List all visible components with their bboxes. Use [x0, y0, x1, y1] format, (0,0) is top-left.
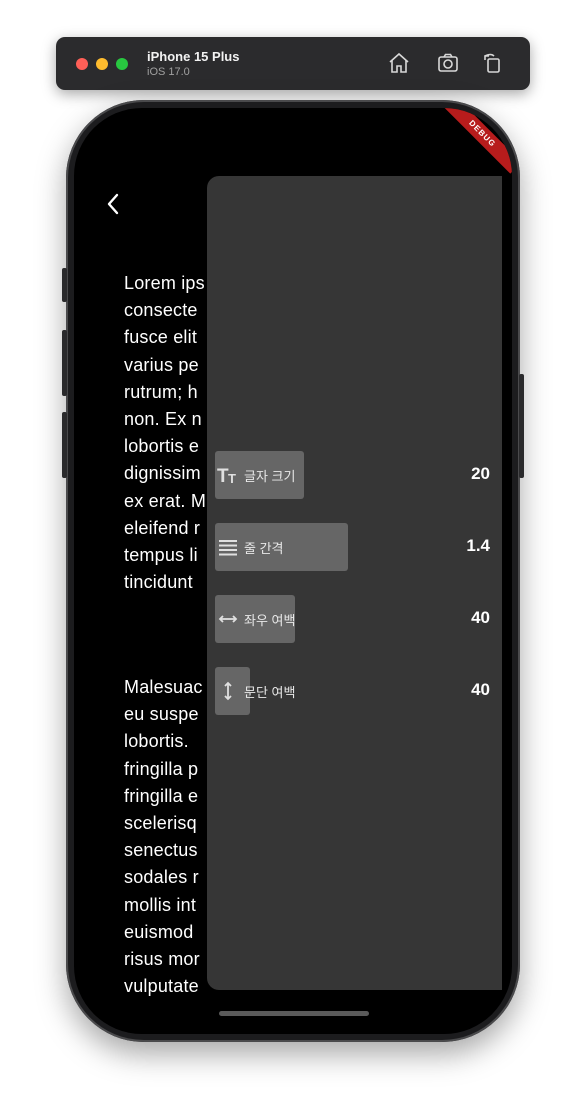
reader-settings-panel: TT 글자 크기 20 줄 간격 1.4 좌우 여백 40 문단 여백 40: [207, 176, 502, 990]
setting-row-horizontal-margin[interactable]: 좌우 여백 40: [207, 595, 502, 643]
device-name: iPhone 15 Plus: [147, 49, 240, 64]
line-spacing-icon: [217, 535, 239, 559]
setting-label: 줄 간격: [244, 541, 284, 556]
close-window-button[interactable]: [76, 58, 88, 70]
setting-row-paragraph-spacing[interactable]: 문단 여백 40: [207, 667, 502, 715]
debug-banner: DEBUG: [442, 108, 512, 174]
setting-value: 1.4: [466, 536, 490, 555]
horizontal-margin-icon: [217, 607, 239, 631]
setting-value: 40: [471, 680, 490, 699]
power-button: [519, 374, 524, 478]
action-button: [62, 268, 67, 302]
minimize-window-button[interactable]: [96, 58, 108, 70]
os-version: iOS 17.0: [147, 66, 190, 78]
setting-label: 좌우 여백: [244, 613, 296, 628]
setting-label: 문단 여백: [244, 685, 296, 700]
back-arrow-icon[interactable]: [102, 192, 126, 216]
paragraph-spacing-icon: [217, 679, 239, 703]
volume-up-button: [62, 330, 67, 396]
setting-row-line-spacing[interactable]: 줄 간격 1.4: [207, 523, 502, 571]
home-indicator[interactable]: [219, 1011, 369, 1016]
svg-text:T: T: [228, 471, 236, 486]
setting-value: 20: [471, 464, 490, 483]
setting-label: 글자 크기: [244, 469, 296, 484]
setting-row-font-size[interactable]: TT 글자 크기 20: [207, 451, 502, 499]
simulator-title-bar: iPhone 15 Plus iOS 17.0: [56, 37, 530, 90]
text-size-icon: TT: [217, 463, 239, 487]
setting-value: 40: [471, 608, 490, 627]
volume-down-button: [62, 412, 67, 478]
home-icon[interactable]: [387, 51, 411, 75]
rotate-icon[interactable]: [481, 51, 505, 75]
zoom-window-button[interactable]: [116, 58, 128, 70]
phone-screen: Lorem ips consecte fusce elit varius pe rutr…: [74, 108, 512, 1034]
screenshot-icon[interactable]: [436, 51, 460, 75]
